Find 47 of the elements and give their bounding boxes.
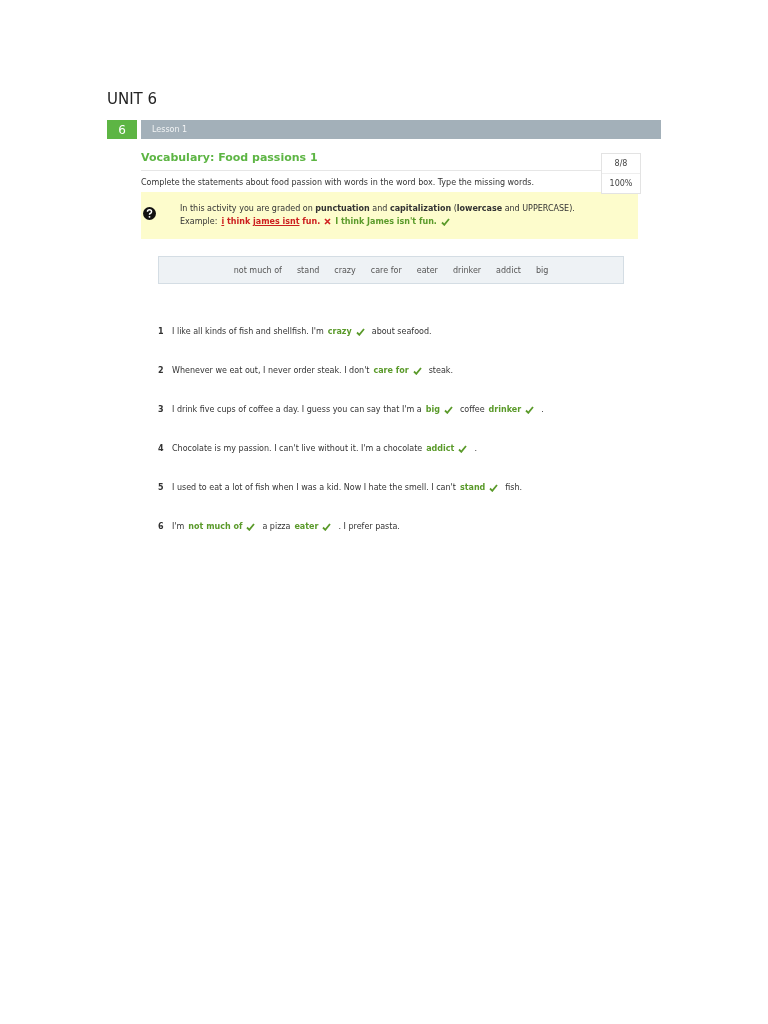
example-label: Example: (180, 217, 218, 226)
sentence-text: . (474, 444, 477, 453)
sentence-text: I used to eat a lot of fish when I was a kid. Now I hate the smell. I can't (172, 483, 456, 492)
word-option: eater (416, 265, 438, 275)
item-number: 5 (158, 483, 165, 492)
sentence-text: . (541, 405, 544, 414)
unit-title: UNIT 6 (107, 90, 158, 108)
answer-text: care for (373, 366, 409, 375)
item-number: 2 (158, 366, 165, 375)
word-option: not much of (233, 265, 282, 275)
word-option: care for (370, 265, 402, 275)
activity-title: Vocabulary: Food passions 1 (141, 151, 318, 164)
sentence-text: I like all kinds of fish and shellfish. I'm (172, 327, 324, 336)
sentence-text: . I prefer pasta. (338, 522, 400, 531)
sentence-text: Whenever we eat out, I never order steak. I don't (172, 366, 370, 375)
item-number: 1 (158, 327, 165, 336)
word-option: drinker (452, 265, 482, 275)
sentence-text: steak. (428, 366, 453, 375)
sentence-text: coffee (459, 405, 485, 414)
sentence-text: fish. (505, 483, 523, 492)
word-option: crazy (334, 265, 356, 275)
item-number: 4 (158, 444, 165, 453)
example-answer: I think James isn't fun. (335, 217, 437, 226)
answer-text: drinker (488, 405, 522, 414)
example-answer: i think james isnt fun. (221, 217, 321, 226)
word-option: stand (296, 265, 320, 275)
notice-text: In this activity you are graded on punctuation and capitalization (lowercase and UPPERCASE). (180, 204, 575, 213)
word-option: addict (496, 265, 521, 275)
help-icon (143, 207, 156, 220)
sentence-text: I drink five cups of coffee a day. I guess you can say that I'm a (172, 405, 422, 414)
sentence-text: a pizza (262, 522, 291, 531)
instructions-text: Complete the statements about food passion with words in the word box. Type the missing words. (141, 178, 534, 187)
lesson-bar: Lesson 1 (141, 120, 661, 139)
score-box: 8/8 100% (601, 153, 641, 194)
sentence-text: I'm (172, 522, 185, 531)
lesson-number-badge: 6 (107, 120, 137, 139)
item-number: 6 (158, 522, 165, 531)
sentence-text: about seafood. (371, 327, 432, 336)
sentence-text: Chocolate is my passion. I can't live without it. I'm a chocolate (172, 444, 423, 453)
answer-text: addict (426, 444, 455, 453)
answer-text: stand (459, 483, 486, 492)
answer-text: not much of (188, 522, 243, 531)
answer-text: crazy (327, 327, 352, 336)
answer-text: eater (294, 522, 319, 531)
item-number: 3 (158, 405, 165, 414)
answer-text: big (425, 405, 440, 414)
word-option: big (535, 265, 549, 275)
